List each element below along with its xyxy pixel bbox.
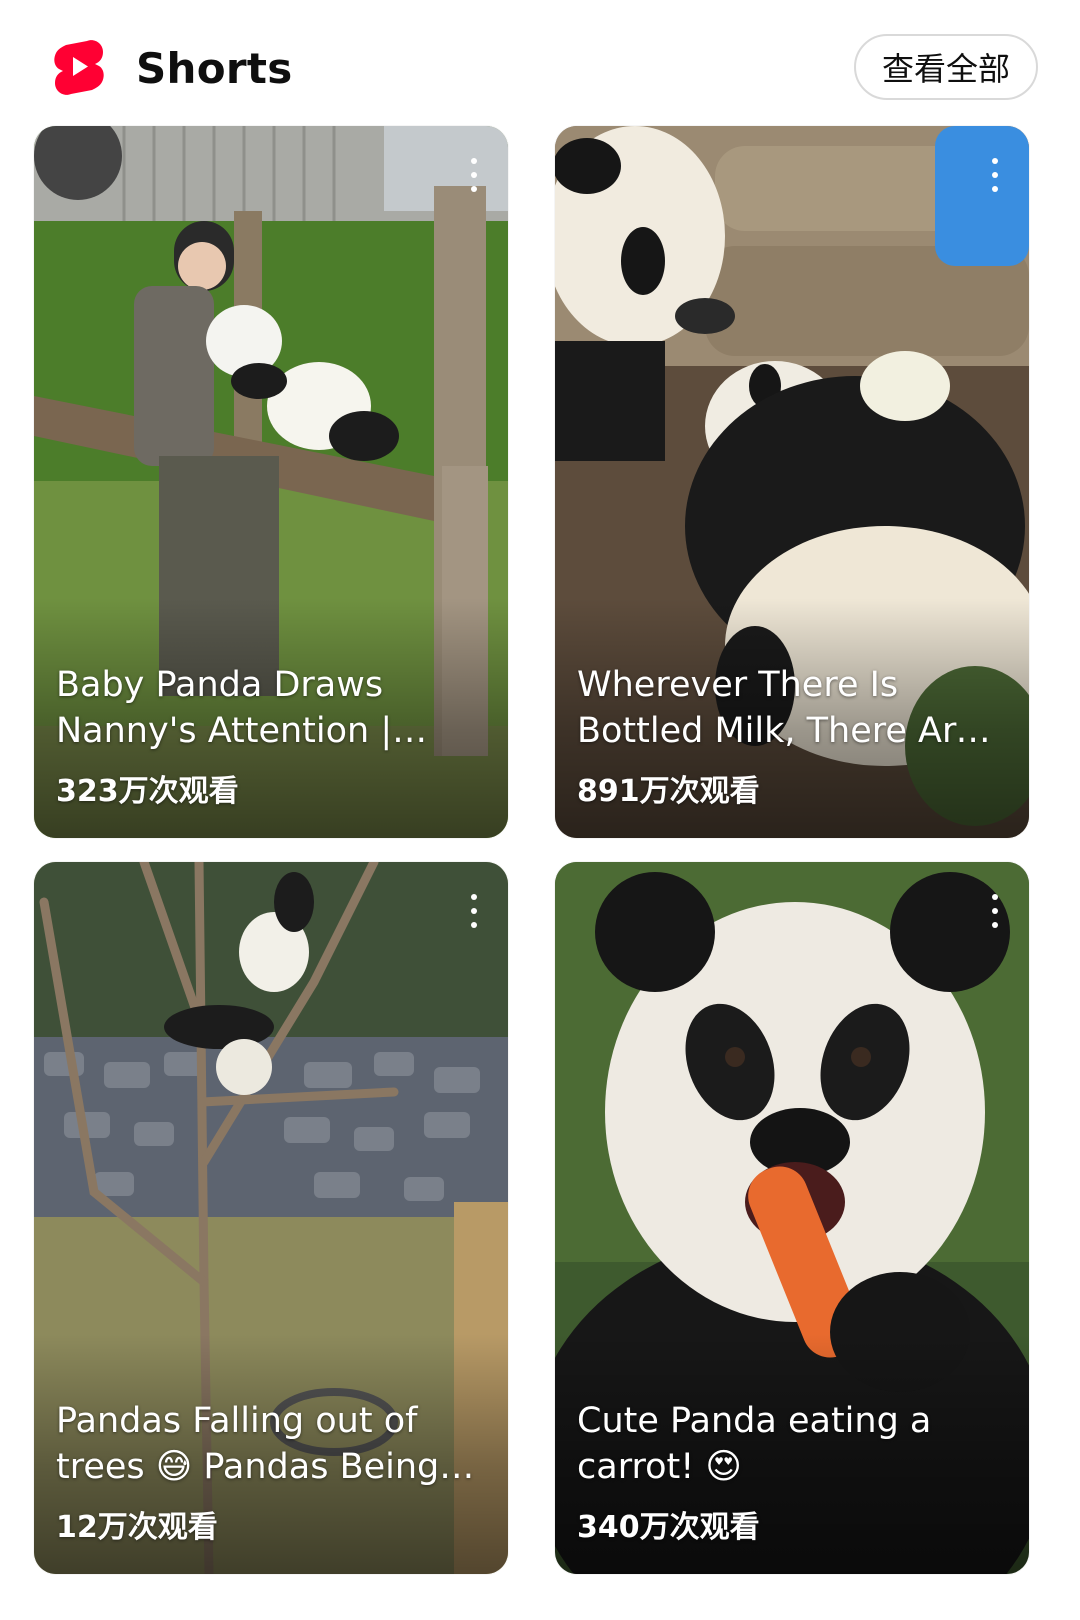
short-title: Pandas Falling out of trees 😅 Pandas Bei… — [56, 1401, 440, 1487]
short-card[interactable]: Pandas Falling out of trees 😅 Pandas Bei… — [34, 862, 508, 1574]
view-count: 340万次观看 — [577, 1510, 760, 1545]
short-card[interactable]: Wherever There Is Bottled Milk, There Ar… — [555, 126, 1029, 838]
view-all-button[interactable]: 查看全部 — [854, 34, 1038, 100]
short-title: Baby Panda Draws Nanny's Attention | iPa… — [56, 665, 393, 751]
short-card[interactable]: Baby Panda Draws Nanny's Attention | iPa… — [34, 126, 508, 838]
shorts-header: Shorts 查看全部 — [0, 0, 1080, 120]
more-options-icon[interactable] — [987, 892, 1003, 932]
more-options-icon[interactable] — [987, 156, 1003, 196]
shorts-logo-icon — [54, 38, 104, 96]
section-title: Shorts — [136, 44, 293, 93]
short-card[interactable]: Cute Panda eating a carrot! 😍 340万次观看 — [555, 862, 1029, 1574]
short-title: Cute Panda eating a carrot! 😍 — [577, 1401, 932, 1487]
view-count: 12万次观看 — [56, 1510, 218, 1545]
short-title: Wherever There Is Bottled Milk, There Ar… — [577, 665, 978, 751]
more-options-icon[interactable] — [466, 892, 482, 932]
view-count: 323万次观看 — [56, 774, 239, 809]
view-count: 891万次观看 — [577, 774, 760, 809]
more-options-icon[interactable] — [466, 156, 482, 196]
